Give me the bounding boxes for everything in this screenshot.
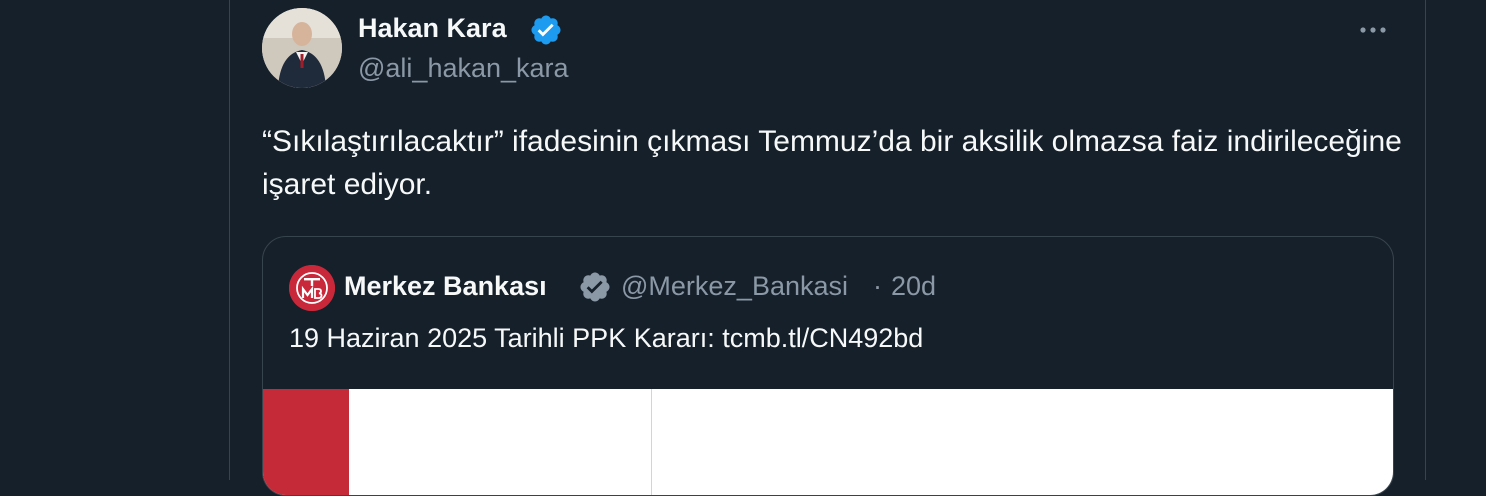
- quoted-author-avatar[interactable]: [289, 265, 335, 311]
- more-options-button[interactable]: [1355, 16, 1391, 44]
- author-handle[interactable]: @ali_hakan_kara: [358, 52, 569, 84]
- quoted-author-name[interactable]: Merkez Bankası: [344, 269, 547, 303]
- separator-dot: ·: [873, 271, 882, 301]
- gray-verified-badge-icon[interactable]: [578, 270, 612, 304]
- quoted-author-handle[interactable]: @Merkez_Bankasi: [621, 269, 848, 303]
- verified-badge-icon[interactable]: [529, 13, 563, 47]
- author-name[interactable]: Hakan Kara: [358, 12, 507, 44]
- quoted-tweet-card[interactable]: Merkez Bankası @Merkez_Bankasi · 20d 19 …: [262, 236, 1394, 496]
- quoted-timestamp[interactable]: 20d: [891, 269, 936, 303]
- quoted-tweet-text: 19 Haziran 2025 Tarihli PPK Kararı: tcmb…: [289, 323, 924, 353]
- tweet-text: “Sıkılaştırılacaktır” ifadesinin çıkması…: [262, 125, 1402, 201]
- more-horizontal-icon: [1360, 27, 1386, 33]
- author-avatar[interactable]: [262, 8, 342, 88]
- tcmb-logo-icon: [289, 265, 335, 311]
